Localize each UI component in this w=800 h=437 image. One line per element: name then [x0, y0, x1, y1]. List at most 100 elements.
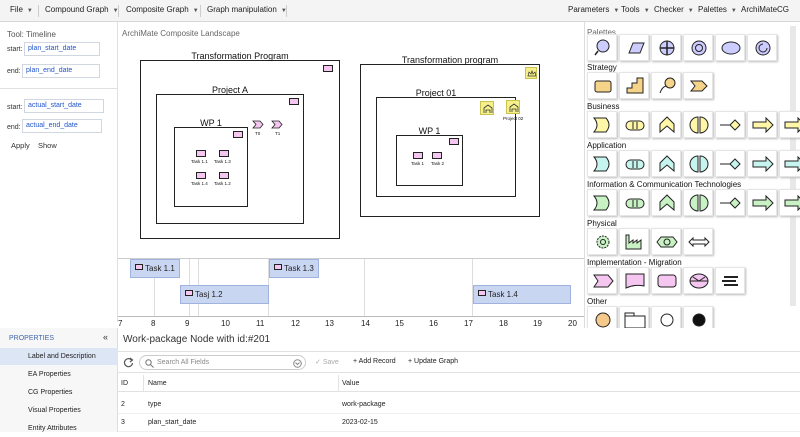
plan-end-field[interactable]: plan_end_date [22, 64, 100, 78]
palette-business-interaction-icon[interactable] [683, 111, 713, 138]
column-header-name[interactable]: Name [148, 380, 167, 387]
project-01-node[interactable]: Project 01 Project 02 WP 1 Task 1 Task 2 [376, 88, 523, 197]
timeline-bar-task-1-2[interactable]: Tasj 1.2 [180, 285, 269, 304]
cell-value[interactable]: work-package [342, 401, 386, 408]
save-button[interactable]: ✓ Save [315, 358, 339, 366]
timeline-bar-task-1-3[interactable]: Task 1.3 [269, 259, 319, 278]
palette-deliverable-icon[interactable] [619, 267, 649, 294]
cell-value[interactable]: 2023-02-15 [342, 419, 378, 426]
table-row[interactable]: 2 type work-package [118, 398, 800, 414]
menu-graph-manipulation[interactable]: Graph manipulation ▼ [207, 5, 287, 14]
palette-assessment-icon[interactable] [587, 34, 617, 61]
timeline-bar-task-1-4[interactable]: Task 1.4 [473, 285, 571, 304]
palette-parallelogram-icon[interactable] [619, 34, 649, 61]
menu-compound-graph[interactable]: Compound Graph ▼ [45, 5, 119, 14]
palette-and-junction-icon[interactable] [683, 306, 713, 328]
palette-work-package-icon[interactable] [587, 267, 617, 294]
actual-end-field[interactable]: actual_end_date [22, 119, 102, 133]
menu-file[interactable]: File ▼ [10, 5, 33, 14]
plan-start-field[interactable]: plan_start_date [24, 42, 100, 56]
search-options-icon[interactable] [293, 359, 302, 368]
table-row[interactable]: 3 plan_start_date 2023-02-15 [118, 416, 800, 432]
palette-application-process-icon[interactable] [747, 150, 777, 177]
palette-plateau-icon[interactable] [683, 267, 713, 294]
collapse-icon[interactable]: « [103, 332, 108, 342]
palette-location-icon[interactable] [587, 306, 617, 328]
transformation-program-node[interactable]: Transformation Program Project A WP 1 Ta… [140, 51, 340, 239]
apply-button[interactable]: Apply [11, 141, 30, 150]
search-input[interactable]: Search All Fields [139, 355, 306, 370]
task-1-3-node[interactable] [219, 150, 229, 157]
task-2-node[interactable] [432, 152, 442, 159]
project-a-node[interactable]: Project A WP 1 Task 1.1 Task 1.3 Task 1.… [156, 85, 304, 224]
palette-tech-interface-icon[interactable] [715, 189, 745, 216]
palette-application-service-icon[interactable] [619, 150, 649, 177]
project-02-badge-icon[interactable] [506, 100, 520, 114]
task-1-2-node[interactable] [219, 172, 229, 179]
palette-business-service-icon[interactable] [619, 111, 649, 138]
palette-facility-icon[interactable] [619, 228, 649, 255]
palette-tech-event-icon[interactable] [779, 189, 800, 216]
menu-tools[interactable]: Tools ▼ [621, 5, 650, 14]
palette-application-interface-icon[interactable] [715, 150, 745, 177]
palette-application-function-icon[interactable] [587, 150, 617, 177]
palette-business-process-icon[interactable] [747, 111, 777, 138]
actual-start-field[interactable]: actual_start_date [24, 99, 104, 113]
properties-item-visual[interactable]: Visual Properties [0, 402, 118, 419]
task-1-4-node[interactable] [196, 172, 206, 179]
palette-meaning-icon[interactable] [747, 34, 777, 61]
details-title: Work-package Node with id:#201 [123, 334, 271, 345]
palette-application-interaction-icon[interactable] [683, 150, 713, 177]
task-1-1-node[interactable] [196, 150, 206, 157]
update-graph-button[interactable]: + Update Graph [408, 358, 458, 365]
palette-tech-process-icon[interactable] [747, 189, 777, 216]
palette-resource-icon[interactable] [587, 72, 617, 99]
palette-distribution-network-icon[interactable] [651, 228, 681, 255]
task-1-node[interactable] [413, 152, 423, 159]
palette-application-chevron-icon[interactable] [651, 150, 681, 177]
timeline-chart[interactable]: Task 1.1 Tasj 1.2 Task 1.3 Task 1.4 7 8 … [118, 258, 584, 328]
wp1-right-node[interactable]: WP 1 Task 1 Task 2 [396, 126, 463, 186]
palette-material-flow-icon[interactable] [683, 228, 713, 255]
graph-canvas[interactable]: ArchiMate Composite Landscape Transforma… [118, 22, 584, 258]
palette-course-of-action-icon[interactable] [651, 72, 681, 99]
palette-tech-interaction-icon[interactable] [683, 189, 713, 216]
properties-item-label-description[interactable]: Label and Description [0, 348, 118, 365]
menu-checker[interactable]: Checker ▼ [654, 5, 694, 14]
palette-capability-icon[interactable] [619, 72, 649, 99]
palette-application-event-icon[interactable] [779, 150, 800, 177]
menu-archimatecg[interactable]: ArchiMateCG [741, 5, 789, 14]
palette-principle-icon[interactable] [651, 34, 681, 61]
menu-palettes[interactable]: Palettes ▼ [698, 5, 737, 14]
palette-ellipse-icon[interactable] [715, 34, 745, 61]
palette-grouping-icon[interactable] [619, 306, 649, 328]
palette-value-stream-icon[interactable] [683, 72, 713, 99]
show-button[interactable]: Show [38, 141, 57, 150]
palette-business-event-icon[interactable] [779, 111, 800, 138]
palette-ring-icon[interactable] [683, 34, 713, 61]
properties-item-cg[interactable]: CG Properties [0, 384, 118, 401]
milestone-t1-icon[interactable] [271, 120, 283, 129]
timeline-bar-task-1-1[interactable]: Task 1.1 [130, 259, 180, 278]
palette-equipment-icon[interactable] [587, 228, 617, 255]
wp1-node[interactable]: WP 1 Task 1.1 Task 1.3 Task 1.4 Task 1.2 [174, 118, 248, 207]
properties-item-entity-attributes[interactable]: Entity Attributes [0, 420, 118, 437]
menu-parameters[interactable]: Parameters ▼ [568, 5, 619, 14]
palette-junction-icon[interactable] [651, 306, 681, 328]
add-record-button[interactable]: + Add Record [353, 358, 396, 365]
palette-business-interface-icon[interactable] [715, 111, 745, 138]
menu-composite-graph[interactable]: Composite Graph ▼ [126, 5, 199, 14]
palette-gap-icon[interactable] [715, 267, 745, 294]
reload-icon[interactable] [123, 357, 134, 368]
milestone-t0-icon[interactable] [252, 120, 264, 129]
palette-business-chevron-icon[interactable] [651, 111, 681, 138]
palette-tech-function-icon[interactable] [587, 189, 617, 216]
palette-tech-service-icon[interactable] [619, 189, 649, 216]
column-header-value[interactable]: Value [342, 380, 359, 387]
properties-item-ea[interactable]: EA Properties [0, 366, 118, 383]
transformation-program-right-node[interactable]: Transformation program Project 01 Projec… [360, 55, 540, 217]
palette-event-icon[interactable] [651, 267, 681, 294]
palette-business-function-icon[interactable] [587, 111, 617, 138]
column-header-id[interactable]: ID [121, 380, 128, 387]
palette-tech-chevron-icon[interactable] [651, 189, 681, 216]
